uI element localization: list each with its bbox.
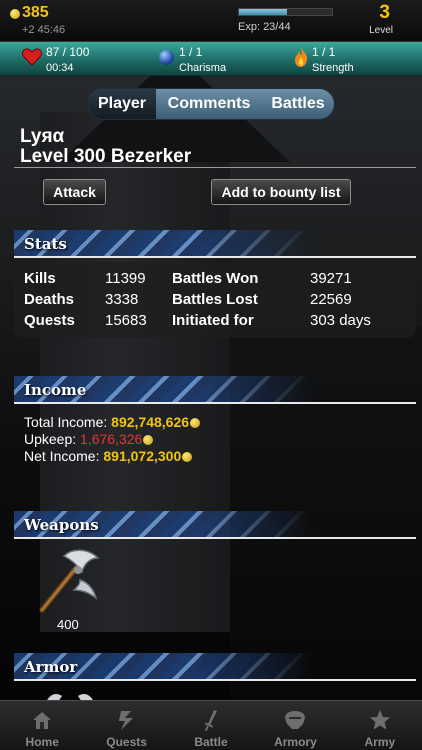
nav-armory[interactable]: Armory — [253, 701, 337, 750]
status-bar: 87 / 100 00:34 1 / 1 Charisma 1 / 1 Stre… — [0, 42, 422, 76]
level-number: 3 — [379, 2, 390, 23]
income-header: Income — [14, 376, 416, 404]
net-income-label: Net Income: — [24, 448, 104, 464]
upkeep-value: 1,676,326 — [80, 431, 143, 447]
strength-value: 1 / 1 — [312, 45, 336, 59]
initiated-value: 303 days — [310, 312, 371, 329]
net-income: Net Income: 891,072,300 — [24, 448, 193, 464]
income-heading: Income — [24, 381, 87, 399]
initiated-label: Initiated for — [172, 312, 254, 329]
tab-player[interactable]: Player — [88, 89, 156, 119]
nav-quests-label: Quests — [106, 735, 147, 749]
health-timer: 00:34 — [46, 62, 74, 74]
profile-tabs: Player Comments Battles — [87, 88, 335, 120]
charisma-orb-icon — [159, 50, 174, 65]
level-label: Level — [369, 25, 393, 36]
stats-row: Deaths 3338 Battles Lost 22569 — [24, 291, 414, 311]
gold-coin-icon — [143, 435, 154, 446]
gold-amount: 385 — [10, 4, 49, 22]
weapons-heading: Weapons — [24, 516, 99, 534]
deaths-value: 3338 — [105, 291, 139, 308]
stats-row: Kills 11399 Battles Won 39271 — [24, 270, 414, 290]
kills-value: 11399 — [105, 270, 146, 287]
home-icon — [33, 712, 52, 729]
battle-axe-icon[interactable] — [36, 546, 102, 614]
stats-panel: Kills 11399 Battles Won 39271 Deaths 333… — [14, 262, 416, 338]
exp-bar — [238, 8, 333, 16]
net-income-value: 891,072,300 — [103, 448, 182, 464]
nav-quests[interactable]: Quests — [84, 701, 168, 750]
exp-text: Exp: 23/44 — [238, 21, 291, 33]
bottom-nav: Home Quests Battle Armory Army — [0, 700, 422, 750]
player-name: Lyяα — [20, 126, 65, 147]
top-bar: 385 +2 45:46 Exp: 23/44 3 Level — [0, 0, 422, 42]
star-icon — [369, 710, 390, 730]
flame-icon — [295, 47, 308, 67]
total-income: Total Income: 892,748,626 — [24, 414, 201, 430]
gold-timer: +2 45:46 — [22, 24, 66, 36]
armor-header: Armor — [14, 653, 416, 681]
gold-coin-icon — [10, 9, 20, 19]
total-income-value: 892,748,626 — [111, 414, 190, 430]
armor-heading: Armor — [24, 658, 78, 676]
weapon-count: 400 — [57, 617, 79, 632]
health-value: 87 / 100 — [46, 45, 90, 59]
nav-army-label: Army — [364, 735, 396, 749]
upkeep-label: Upkeep: — [24, 431, 81, 447]
tab-comments[interactable]: Comments — [156, 89, 262, 119]
quests-value: 15683 — [105, 312, 147, 329]
charisma-label: Charisma — [179, 62, 227, 74]
helmet-icon — [285, 711, 306, 729]
nav-army[interactable]: Army — [338, 701, 422, 750]
total-income-label: Total Income: — [24, 414, 112, 430]
strength-label: Strength — [312, 62, 354, 74]
sword-icon — [204, 710, 218, 732]
heart-icon — [22, 48, 42, 66]
attack-button[interactable]: Attack — [43, 179, 106, 205]
battles-lost-value: 22569 — [310, 291, 352, 308]
stats-row: Quests 15683 Initiated for 303 days — [24, 312, 414, 332]
quests-label: Quests — [24, 312, 75, 329]
charisma-value: 1 / 1 — [179, 45, 203, 59]
weapons-header: Weapons — [14, 511, 416, 539]
battles-lost-label: Battles Lost — [172, 291, 258, 308]
stats-heading: Stats — [24, 235, 67, 253]
player-title: Level 300 Bezerker — [20, 146, 192, 167]
battles-won-value: 39271 — [310, 270, 352, 287]
nav-battle-label: Battle — [194, 735, 228, 749]
gold-value: 385 — [22, 4, 49, 21]
kills-label: Kills — [24, 270, 56, 287]
battles-won-label: Battles Won — [172, 270, 259, 287]
exp-bar-fill — [239, 9, 288, 15]
upkeep: Upkeep: 1,676,326 — [24, 431, 154, 447]
nav-armory-label: Armory — [274, 735, 317, 749]
gold-coin-icon — [182, 452, 193, 463]
deaths-label: Deaths — [24, 291, 75, 308]
nav-battle[interactable]: Battle — [169, 701, 253, 750]
gold-coin-icon — [190, 418, 201, 429]
stats-header: Stats — [14, 230, 416, 258]
divider — [14, 167, 416, 168]
tab-battles[interactable]: Battles — [262, 89, 334, 119]
nav-home-label: Home — [25, 735, 59, 749]
nav-home[interactable]: Home — [0, 701, 84, 750]
add-to-bounty-button[interactable]: Add to bounty list — [211, 179, 351, 205]
quests-icon — [118, 711, 133, 730]
